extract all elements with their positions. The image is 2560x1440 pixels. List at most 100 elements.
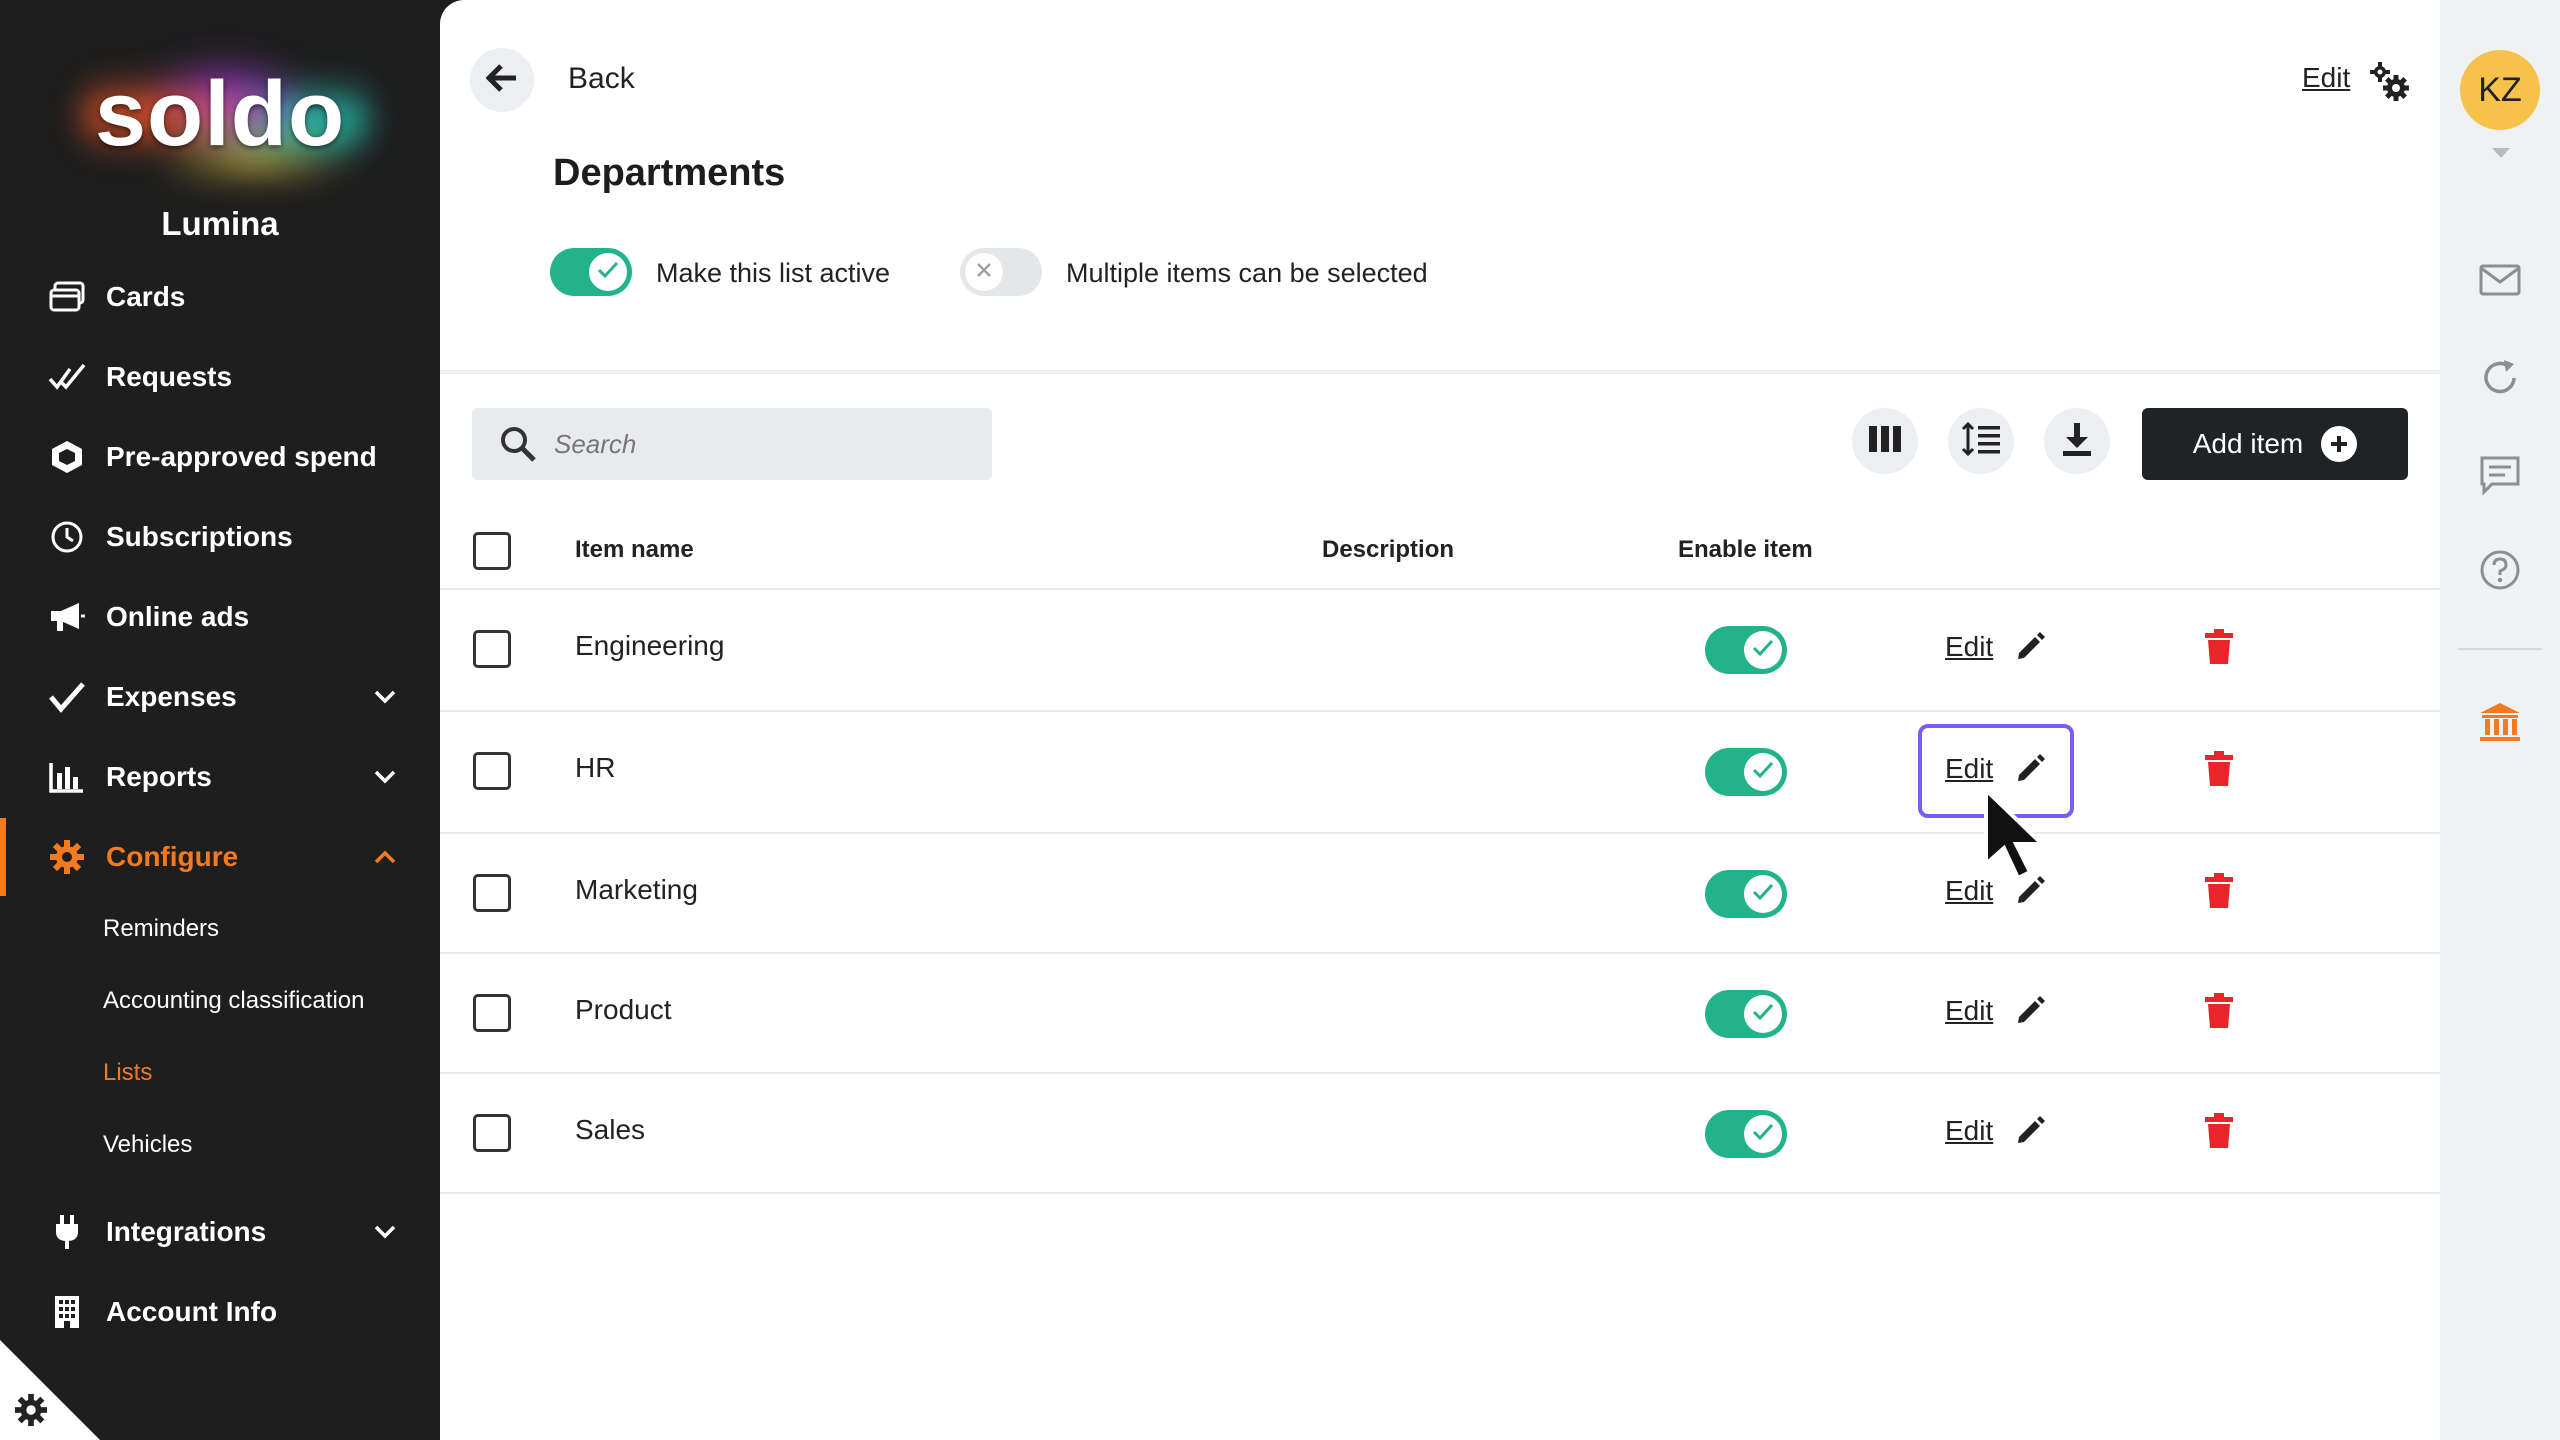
sidebar-item-label: Expenses <box>106 681 237 712</box>
sidebar-item-integrations[interactable]: Integrations <box>46 1207 266 1257</box>
column-header-item-name[interactable]: Item name <box>575 536 694 564</box>
check-icon <box>1751 1122 1775 1147</box>
sidebar-subitem-lists[interactable]: Lists <box>103 1053 152 1093</box>
item-name: Engineering <box>575 630 725 661</box>
sidebar-subitem-vehicles[interactable]: Vehicles <box>103 1125 192 1165</box>
add-item-button[interactable]: Add item <box>2142 408 2408 480</box>
trash-icon[interactable] <box>2203 872 2235 910</box>
enable-item-toggle[interactable] <box>1705 1110 1787 1158</box>
enable-item-toggle[interactable] <box>1705 626 1787 674</box>
logo-text: soldo <box>94 63 346 165</box>
enable-item-toggle[interactable] <box>1705 748 1787 796</box>
sidebar-item-subscriptions[interactable]: Subscriptions <box>46 512 293 562</box>
help-icon[interactable] <box>2478 548 2526 596</box>
columns-icon <box>1868 424 1902 459</box>
building-icon <box>46 1291 88 1333</box>
soldo-logo[interactable]: soldo <box>60 40 380 190</box>
sidebar-item-requests[interactable]: Requests <box>46 352 232 402</box>
back-label[interactable]: Back <box>568 62 635 96</box>
trash-icon[interactable] <box>2203 992 2235 1030</box>
row-checkbox[interactable] <box>473 630 511 668</box>
chevron-down-icon[interactable] <box>370 682 400 712</box>
sidebar-item-expenses[interactable]: Expenses <box>46 672 237 722</box>
download-button[interactable] <box>2044 408 2110 474</box>
list-active-label: Make this list active <box>656 258 891 288</box>
avatar[interactable]: KZ <box>2460 50 2540 130</box>
sidebar-item-label: Account Info <box>106 1296 278 1327</box>
enable-item-toggle[interactable] <box>1705 990 1787 1038</box>
line-height-icon <box>1960 421 2002 461</box>
chat-icon[interactable] <box>2478 452 2526 500</box>
check-icon <box>46 676 88 718</box>
edit-item-button[interactable]: Edit <box>1945 630 2047 664</box>
column-header-enable-item[interactable]: Enable item <box>1678 536 1813 564</box>
gear-icon <box>46 836 88 878</box>
sidebar-item-pre-approved-spend[interactable]: Pre-approved spend <box>46 432 377 482</box>
arrow-left-icon <box>485 63 518 98</box>
chevron-up-icon[interactable] <box>370 842 400 872</box>
requests-icon <box>46 356 88 398</box>
item-name: HR <box>575 752 616 783</box>
check-icon <box>1751 1002 1775 1027</box>
sidebar-subitem-reminders[interactable]: Reminders <box>103 909 219 949</box>
trash-icon[interactable] <box>2203 628 2235 666</box>
main-content: Back Edit Departments Make this list act… <box>440 0 2440 1440</box>
trash-icon[interactable] <box>2203 750 2235 788</box>
check-icon <box>596 260 620 285</box>
enable-item-toggle[interactable] <box>1705 870 1787 918</box>
row-checkbox[interactable] <box>473 874 511 912</box>
back-button[interactable] <box>470 48 534 112</box>
item-name: Product <box>575 994 672 1025</box>
search-icon <box>498 424 538 464</box>
row-checkbox[interactable] <box>473 994 511 1032</box>
page-title: Departments <box>553 152 786 194</box>
check-icon <box>1751 760 1775 785</box>
table-row: Product Edit <box>440 954 2440 1074</box>
check-icon <box>1751 882 1775 907</box>
refresh-icon[interactable] <box>2478 356 2526 404</box>
column-header-description[interactable]: Description <box>1322 536 1454 564</box>
right-rail: KZ <box>2440 0 2560 1440</box>
sidebar-item-label: Reports <box>106 761 212 792</box>
download-icon <box>2060 421 2094 462</box>
list-active-toggle[interactable] <box>550 248 632 296</box>
sidebar-item-reports[interactable]: Reports <box>46 752 212 802</box>
chevron-down-icon[interactable] <box>370 762 400 792</box>
search-input[interactable] <box>554 428 954 460</box>
select-all-checkbox[interactable] <box>473 532 511 570</box>
company-name: Lumina <box>161 205 279 242</box>
table-row: Sales Edit <box>440 1074 2440 1194</box>
row-checkbox[interactable] <box>473 752 511 790</box>
active-indicator <box>0 818 6 896</box>
trash-icon[interactable] <box>2203 1112 2235 1150</box>
sidebar-item-cards[interactable]: Cards <box>46 272 185 322</box>
sidebar-item-online-ads[interactable]: Online ads <box>46 592 249 642</box>
sidebar-item-configure[interactable]: Configure <box>46 832 238 882</box>
mail-icon[interactable] <box>2478 260 2526 308</box>
x-icon <box>974 260 994 285</box>
table-row: Engineering Edit <box>440 590 2440 710</box>
multiple-select-toggle[interactable] <box>960 248 1042 296</box>
item-name: Marketing <box>575 874 698 905</box>
sidebar-item-label: Requests <box>106 361 233 392</box>
search-box[interactable] <box>472 408 992 480</box>
edit-item-button[interactable]: Edit <box>1945 994 2047 1028</box>
sidebar-item-label: Subscriptions <box>106 521 293 552</box>
edit-list-link[interactable]: Edit <box>2302 62 2350 94</box>
gears-icon[interactable] <box>2368 60 2412 104</box>
settings-gear-icon[interactable] <box>14 1393 48 1427</box>
row-checkbox[interactable] <box>473 1114 511 1152</box>
sidebar-subitem-accounting-classification[interactable]: Accounting classification <box>103 981 364 1021</box>
row-density-button[interactable] <box>1948 408 2014 474</box>
clock-icon <box>46 516 88 558</box>
columns-button[interactable] <box>1852 408 1918 474</box>
item-name: Sales <box>575 1114 646 1145</box>
chevron-down-icon[interactable] <box>370 1217 400 1247</box>
bank-icon[interactable] <box>2478 700 2526 748</box>
check-icon <box>1751 638 1775 663</box>
table-row: Marketing Edit <box>440 834 2440 954</box>
sidebar-item-account-info[interactable]: Account Info <box>46 1287 277 1337</box>
caret-down-icon[interactable] <box>2492 148 2510 158</box>
edit-item-button[interactable]: Edit <box>1945 1114 2047 1148</box>
sidebar-item-label: Pre-approved spend <box>106 441 377 472</box>
